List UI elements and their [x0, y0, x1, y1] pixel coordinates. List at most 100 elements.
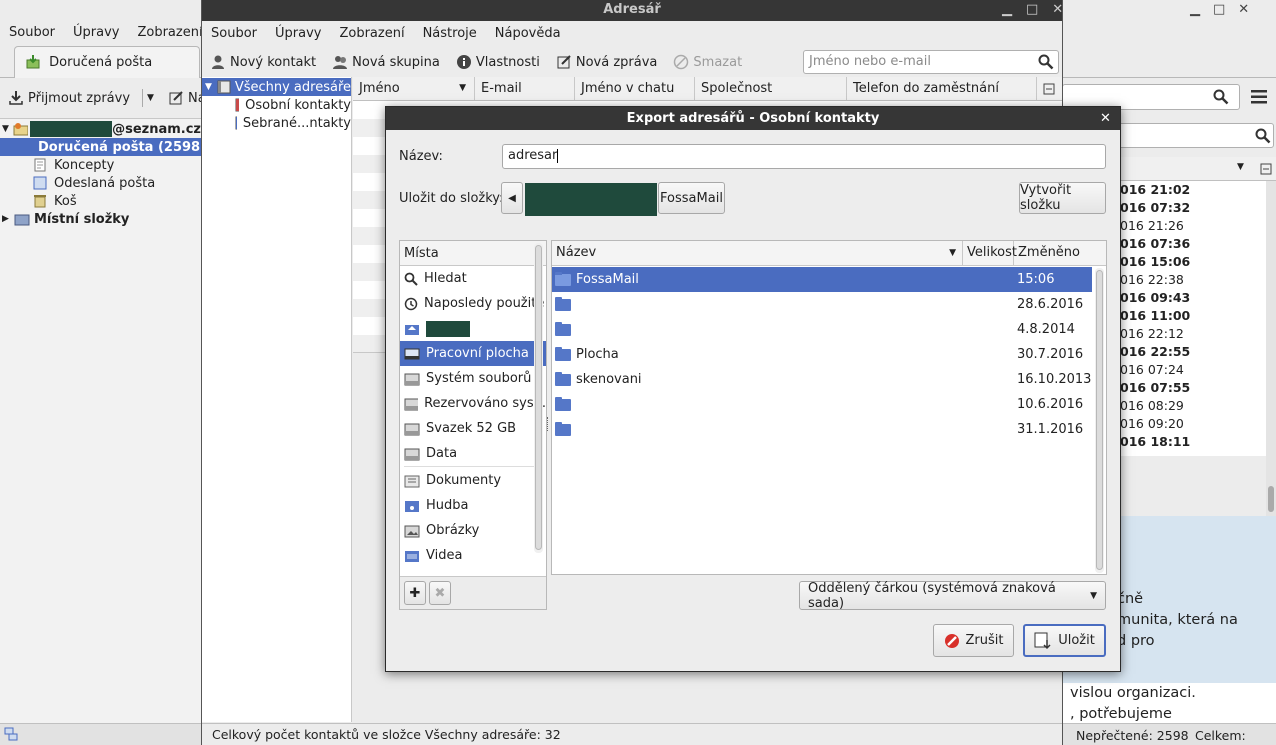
- place-home[interactable]: [400, 316, 546, 341]
- folder-trash[interactable]: Koš: [0, 192, 201, 210]
- collapse-arrow-icon[interactable]: ▼: [202, 82, 216, 92]
- get-messages-button[interactable]: Přijmout zprávy: [0, 90, 138, 106]
- menu-upravy[interactable]: Úpravy: [266, 26, 330, 41]
- place-pictures[interactable]: Obrázky: [400, 518, 546, 543]
- inbox-icon: [26, 55, 40, 69]
- place-volume[interactable]: Svazek 52 GB: [400, 416, 546, 441]
- minimize-icon[interactable]: ▁: [1190, 2, 1200, 17]
- menu-nastroje[interactable]: Nástroje: [414, 26, 486, 41]
- chevron-down-icon[interactable]: ▼: [147, 93, 160, 103]
- place-data[interactable]: Data: [400, 441, 546, 466]
- place-reserved[interactable]: Rezervováno sys...: [400, 391, 546, 416]
- new-message-label: Nová zpráva: [575, 54, 658, 70]
- network-status-icon[interactable]: [4, 727, 18, 741]
- close-icon[interactable]: ✕: [1052, 0, 1063, 19]
- filetype-select[interactable]: Oddělený čárkou (systémová znaková sada)…: [799, 581, 1106, 611]
- sort-arrow-icon[interactable]: ▼: [949, 248, 956, 258]
- place-label: Dokumenty: [426, 473, 502, 488]
- delete-button[interactable]: Smazat: [665, 54, 750, 70]
- column-picker-icon[interactable]: [1260, 163, 1272, 175]
- sort-arrow-icon[interactable]: ▼: [459, 83, 466, 93]
- tab-inbox-label: Doručená pošta: [49, 54, 153, 70]
- dialog-title: Export adresářů - Osobní kontakty: [626, 111, 880, 126]
- filename-input[interactable]: adresar: [502, 144, 1106, 169]
- addressbook-menubar: Soubor Úpravy Zobrazení Nástroje Nápověd…: [202, 22, 570, 44]
- new-list-button[interactable]: Nová skupina: [324, 54, 448, 70]
- maximize-icon[interactable]: □: [1026, 0, 1038, 19]
- place-recent[interactable]: Naposledy použité: [400, 291, 546, 316]
- menu-zobrazeni[interactable]: Zobrazení: [128, 25, 211, 40]
- folder-sent[interactable]: Odeslaná pošta: [0, 174, 201, 192]
- dir-personal[interactable]: Osobní kontakty: [202, 96, 351, 114]
- file-modified: 10.6.2016: [1017, 397, 1084, 412]
- file-row[interactable]: skenovani 16.10.2013: [552, 367, 1092, 392]
- close-icon[interactable]: ✕: [1100, 107, 1111, 130]
- place-search[interactable]: Hledat: [400, 266, 546, 291]
- minimize-icon[interactable]: ▁: [1002, 0, 1012, 19]
- column-picker[interactable]: [1037, 77, 1062, 100]
- col-work-phone[interactable]: Telefon do zaměstnání: [847, 77, 1037, 100]
- file-row[interactable]: Plocha 30.7.2016: [552, 342, 1092, 367]
- folder-drafts[interactable]: Koncepty: [0, 156, 201, 174]
- path-segment-redacted[interactable]: [525, 183, 657, 216]
- maximize-icon[interactable]: □: [1213, 2, 1225, 17]
- dir-personal-label: Osobní kontakty: [245, 97, 351, 113]
- path-back-button[interactable]: ◀: [501, 182, 523, 214]
- create-folder-label: Vytvořit složku: [1020, 183, 1072, 213]
- collapse-arrow-icon[interactable]: ▼: [2, 124, 13, 134]
- filename-label: Název:: [399, 149, 443, 164]
- file-row[interactable]: 10.6.2016: [552, 392, 1092, 443]
- path-segment-current[interactable]: FossaMail: [658, 182, 725, 214]
- col-chat[interactable]: Jméno v chatu: [575, 77, 695, 100]
- local-folders-row[interactable]: ▶ Místní složky: [0, 210, 201, 228]
- folder-inbox[interactable]: Doručená pošta (2598): [0, 138, 206, 156]
- hamburger-menu-icon[interactable]: [1251, 89, 1267, 104]
- menu-napoveda[interactable]: Nápověda: [486, 26, 570, 41]
- file-row[interactable]: 28.6.2016: [552, 292, 1092, 343]
- file-row[interactable]: 4.8.2014: [552, 317, 1092, 342]
- drafts-icon: [34, 158, 46, 172]
- places-scrollbar[interactable]: [534, 243, 543, 553]
- col-size[interactable]: Velikost: [963, 241, 1017, 265]
- col-name[interactable]: Jméno ▼: [353, 77, 475, 100]
- menu-soubor[interactable]: Soubor: [202, 26, 266, 41]
- message-list-scrollbar[interactable]: [1266, 181, 1276, 516]
- properties-button[interactable]: Vlastnosti: [448, 54, 548, 70]
- place-documents[interactable]: Dokumenty: [400, 468, 546, 493]
- menu-upravy[interactable]: Úpravy: [64, 25, 128, 40]
- menu-soubor[interactable]: Soubor: [0, 25, 64, 40]
- col-company[interactable]: Společnost: [695, 77, 847, 100]
- files-scrollbar[interactable]: [1095, 268, 1104, 573]
- addressbook-statusbar: Celkový počet kontaktů ve složce Všechny…: [202, 723, 1062, 745]
- place-videos[interactable]: Videa: [400, 543, 546, 568]
- close-icon[interactable]: ✕: [1238, 2, 1249, 17]
- tab-inbox[interactable]: Doručená pošta: [14, 46, 200, 78]
- file-row[interactable]: FossaMail 15:06: [552, 267, 1092, 292]
- place-desktop[interactable]: Pracovní plocha: [400, 341, 546, 366]
- add-place-button[interactable]: ✚: [404, 581, 426, 605]
- file-row[interactable]: 31.1.2016: [552, 417, 1092, 442]
- save-button[interactable]: Uložit: [1023, 624, 1106, 657]
- menu-zobrazeni[interactable]: Zobrazení: [330, 26, 413, 41]
- expand-arrow-icon[interactable]: ▶: [2, 214, 14, 224]
- create-folder-button[interactable]: Vytvořit složku: [1019, 182, 1106, 214]
- new-contact-button[interactable]: Nový kontakt: [202, 54, 324, 70]
- contact-search-input[interactable]: Jméno nebo e-mail: [803, 50, 1059, 74]
- col-modified[interactable]: Změněno: [1014, 241, 1106, 265]
- local-folders-label: Místní složky: [34, 211, 130, 227]
- directory-tree: ▼ Všechny adresáře Osobní kontakty Sebra…: [202, 77, 352, 722]
- remove-place-button[interactable]: ✖: [429, 581, 451, 605]
- cancel-button[interactable]: Zrušit: [933, 624, 1014, 657]
- sort-arrow-icon[interactable]: ▼: [1237, 162, 1244, 172]
- dir-collected[interactable]: Sebrané...ntakty: [202, 114, 351, 132]
- account-row[interactable]: ▼ @seznam.cz: [0, 120, 201, 138]
- place-label: Systém souborů: [426, 371, 532, 386]
- place-music[interactable]: Hudba: [400, 493, 546, 518]
- col-email[interactable]: E-mail: [475, 77, 575, 100]
- contact-rows[interactable]: [353, 101, 387, 352]
- addressbook-icon: [235, 98, 240, 112]
- col-filename[interactable]: Název ▼: [552, 241, 963, 265]
- place-filesystem[interactable]: Systém souborů: [400, 366, 546, 391]
- new-message-button[interactable]: Nová zpráva: [548, 54, 666, 70]
- dir-all-addressbooks[interactable]: ▼ Všechny adresáře: [202, 78, 351, 96]
